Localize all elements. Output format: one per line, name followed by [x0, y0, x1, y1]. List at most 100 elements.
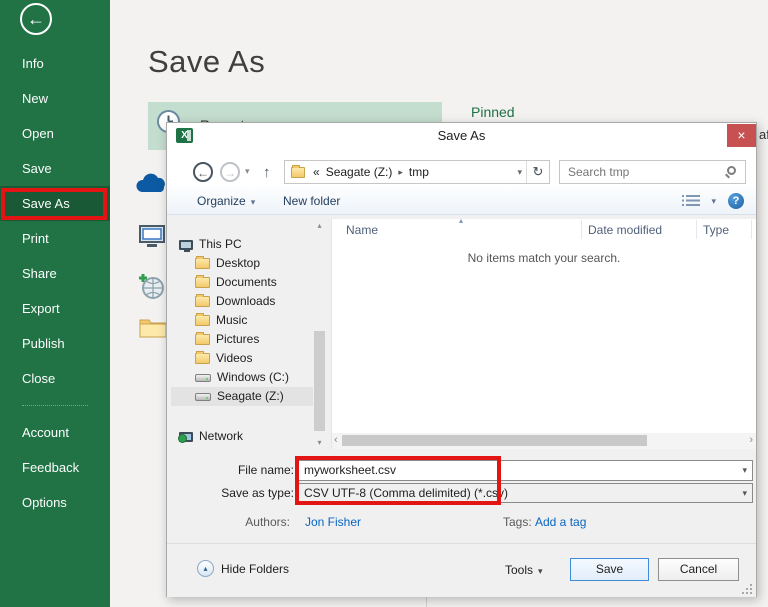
refresh-button[interactable]: ↻ [526, 161, 549, 183]
new-folder-button[interactable]: New folder [283, 194, 340, 208]
search-icon [727, 166, 736, 175]
chevron-down-icon[interactable]: ▾ [742, 488, 747, 498]
view-options-dropdown-icon[interactable]: ▾ [711, 196, 716, 207]
add-place-icon[interactable] [137, 272, 167, 300]
back-arrow-icon[interactable]: ← [20, 3, 52, 35]
folder-icon [195, 258, 210, 269]
nav-up-button[interactable]: ↑ [263, 164, 271, 181]
sidebar-item-save-as[interactable]: Save As [0, 186, 110, 221]
collapse-up-icon: ▴ [197, 560, 214, 577]
column-header-name[interactable]: Name [346, 223, 378, 237]
back-arrow-glyph: ← [27, 9, 45, 29]
column-header-date-modified[interactable]: Date modified [588, 223, 662, 237]
scroll-right-icon[interactable]: › [749, 434, 753, 446]
network-icon [179, 432, 193, 442]
backstage-panel-divider [426, 597, 427, 607]
sidebar-item-close[interactable]: Close [0, 361, 110, 396]
tree-item-this-pc[interactable]: This PC [171, 235, 313, 254]
tags-label: Tags: [503, 515, 532, 529]
address-dropdown-icon[interactable]: ▾ [513, 167, 526, 178]
breadcrumb-folder[interactable]: tmp [406, 165, 432, 179]
dialog-title: Save As [167, 123, 756, 149]
sidebar-item-new[interactable]: New [0, 81, 110, 116]
close-button[interactable]: × [727, 124, 756, 147]
sidebar-item-feedback[interactable]: Feedback [0, 450, 110, 485]
scroll-left-icon[interactable]: ‹ [334, 434, 338, 446]
drive-icon [195, 393, 211, 401]
view-options-icon[interactable] [686, 195, 700, 206]
breadcrumb-drive[interactable]: Seagate (Z:) [323, 165, 396, 179]
cancel-button[interactable]: Cancel [658, 558, 739, 581]
onedrive-icon[interactable] [134, 172, 168, 196]
drive-icon [195, 374, 211, 382]
folder-tree: This PC Desktop Documents Downloads Musi… [171, 235, 313, 446]
tools-button[interactable]: Tools ▾ [505, 563, 543, 577]
pinned-heading: Pinned [471, 104, 515, 120]
tree-item-music[interactable]: Music [171, 311, 313, 330]
tree-item-label: Windows (C:) [217, 368, 289, 387]
sidebar-item-options[interactable]: Options [0, 485, 110, 520]
tree-item-documents[interactable]: Documents [171, 273, 313, 292]
tree-item-network[interactable]: Network [171, 427, 313, 446]
authors-label: Authors: [187, 515, 290, 529]
computer-icon [179, 240, 193, 250]
sidebar-item-save[interactable]: Save [0, 151, 110, 186]
tree-item-label: Desktop [216, 254, 260, 273]
sidebar-menu: Info New Open Save Save As Print Share E… [0, 46, 110, 520]
folder-icon [195, 277, 210, 288]
file-list: Name ▴ Date modified Type No items match… [331, 219, 756, 449]
tree-item-windows-c[interactable]: Windows (C:) [171, 368, 313, 387]
search-placeholder: Search tmp [568, 165, 629, 179]
tree-item-label: Seagate (Z:) [217, 387, 284, 406]
tree-item-label: Network [199, 427, 243, 446]
organize-label: Organize [197, 194, 246, 208]
search-input[interactable]: Search tmp [559, 160, 746, 184]
address-bar[interactable]: « Seagate (Z:) ▸ tmp ▾ ↻ [284, 160, 550, 184]
scrollbar-thumb[interactable] [314, 331, 325, 431]
column-header-type[interactable]: Type [703, 223, 729, 237]
help-icon[interactable]: ? [728, 193, 744, 209]
sidebar-item-account[interactable]: Account [0, 415, 110, 450]
sidebar-item-info[interactable]: Info [0, 46, 110, 81]
nav-back-button[interactable]: ← [193, 162, 213, 182]
sidebar-item-publish[interactable]: Publish [0, 326, 110, 361]
save-button[interactable]: Save [570, 558, 649, 581]
save-as-type-value: CSV UTF-8 (Comma delimited) (*.csv) [304, 486, 508, 500]
file-name-input[interactable]: myworksheet.csv ▾ [298, 460, 753, 481]
tools-label: Tools [505, 563, 533, 577]
save-as-type-select[interactable]: CSV UTF-8 (Comma delimited) (*.csv) ▾ [298, 483, 753, 503]
tree-item-pictures[interactable]: Pictures [171, 330, 313, 349]
tree-item-downloads[interactable]: Downloads [171, 292, 313, 311]
scrollbar-thumb[interactable] [342, 435, 647, 446]
tree-item-seagate-z[interactable]: Seagate (Z:) [171, 387, 313, 406]
sidebar-item-export[interactable]: Export [0, 291, 110, 326]
scroll-up-icon[interactable]: ▴ [313, 221, 326, 230]
command-toolbar: Organize▾ New folder ▾ ? [167, 187, 756, 215]
nav-history-dropdown[interactable]: ▾ [245, 166, 250, 177]
sidebar-item-share[interactable]: Share [0, 256, 110, 291]
save-as-dialog: Save As X × ← → ▾ ↑ « Seagate (Z:) ▸ tmp… [166, 122, 757, 597]
refresh-icon: ↻ [533, 164, 544, 179]
chevron-down-icon: ▾ [538, 566, 543, 576]
scroll-down-icon[interactable]: ▾ [313, 438, 326, 447]
authors-link[interactable]: Jon Fisher [305, 515, 361, 529]
organize-button[interactable]: Organize▾ [197, 194, 255, 208]
file-list-horizontal-scrollbar[interactable]: ‹ › [332, 433, 756, 449]
sidebar-item-open[interactable]: Open [0, 116, 110, 151]
browse-folder-icon[interactable] [139, 316, 167, 338]
resize-grip[interactable] [743, 585, 752, 594]
add-tag-link[interactable]: Add a tag [535, 515, 586, 529]
tree-item-videos[interactable]: Videos [171, 349, 313, 368]
sidebar-divider [22, 405, 88, 406]
save-as-type-label: Save as type: [184, 486, 294, 500]
hide-folders-button[interactable]: ▴ Hide Folders [197, 560, 289, 577]
folder-icon [291, 167, 305, 178]
tree-item-desktop[interactable]: Desktop [171, 254, 313, 273]
tree-scrollbar[interactable]: ▴ ▾ [313, 219, 326, 449]
tree-item-label: Downloads [216, 292, 275, 311]
chevron-down-icon[interactable]: ▾ [742, 465, 747, 475]
nav-forward-button[interactable]: → [220, 162, 240, 182]
sidebar-item-print[interactable]: Print [0, 221, 110, 256]
forward-icon: → [224, 166, 236, 180]
this-pc-icon[interactable] [137, 224, 167, 250]
